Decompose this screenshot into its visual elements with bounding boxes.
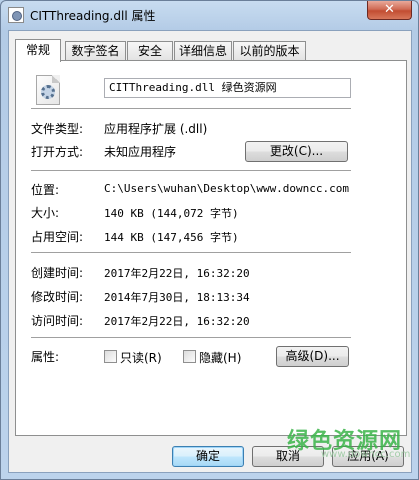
dialog-body: 常规 数字签名 安全 详细信息 以前的版本 CITThreading.dll 绿… <box>8 30 412 473</box>
general-tab-panel: CITThreading.dll 绿色资源网 文件类型: 应用程序扩展 (.dl… <box>15 60 407 436</box>
ok-button[interactable]: 确定 <box>172 446 244 467</box>
readonly-checkbox[interactable] <box>104 350 117 363</box>
opens-with-label: 打开方式: <box>31 145 84 159</box>
divider <box>31 170 351 172</box>
created-label: 创建时间: <box>31 266 84 280</box>
attributes-label: 属性: <box>31 350 60 364</box>
tab-digital-signatures[interactable]: 数字签名 <box>65 41 126 60</box>
size-on-disk-label: 占用空间: <box>31 230 84 244</box>
close-button[interactable]: ✕ <box>367 1 412 20</box>
divider <box>31 108 351 110</box>
window-title: CITThreading.dll 属性 <box>30 9 156 23</box>
properties-window: CITThreading.dll 属性 ✕ 常规 数字签名 安全 详细信息 以前… <box>0 0 419 480</box>
tab-general[interactable]: 常规 <box>15 39 61 62</box>
tab-security[interactable]: 安全 <box>127 41 173 60</box>
tab-details[interactable]: 详细信息 <box>174 41 232 60</box>
dll-file-icon <box>8 7 24 23</box>
change-button[interactable]: 更改(C)... <box>245 141 348 162</box>
file-name-field[interactable]: CITThreading.dll 绿色资源网 <box>104 78 351 98</box>
size-label: 大小: <box>31 206 60 220</box>
readonly-label[interactable]: 只读(R) <box>120 349 162 366</box>
hidden-label[interactable]: 隐藏(H) <box>199 349 241 366</box>
accessed-value: 2017年2月22日, 16:32:20 <box>104 315 250 328</box>
accessed-label: 访问时间: <box>31 314 84 328</box>
watermark-url: www.downcc.com <box>321 449 411 460</box>
created-value: 2017年2月22日, 16:32:20 <box>104 267 250 280</box>
divider <box>31 337 351 339</box>
tab-strip: 常规 数字签名 安全 详细信息 以前的版本 <box>15 39 407 62</box>
file-type-value: 应用程序扩展 (.dll) <box>104 122 208 136</box>
modified-label: 修改时间: <box>31 290 84 304</box>
size-value: 140 KB (144,072 字节) <box>104 207 239 220</box>
size-on-disk-value: 144 KB (147,456 字节) <box>104 231 239 244</box>
modified-value: 2014年7月30日, 18:13:34 <box>104 291 250 304</box>
advanced-button[interactable]: 高级(D)... <box>276 346 349 367</box>
opens-with-value: 未知应用程序 <box>104 145 177 159</box>
location-label: 位置: <box>31 183 60 197</box>
hidden-checkbox[interactable] <box>183 350 196 363</box>
file-type-label: 文件类型: <box>31 122 84 136</box>
divider <box>31 252 351 254</box>
dll-file-icon <box>36 75 60 105</box>
location-value: C:\Users\wuhan\Desktop\www.downcc.com <box>104 182 350 195</box>
tab-previous-versions[interactable]: 以前的版本 <box>233 41 306 60</box>
title-bar[interactable]: CITThreading.dll 属性 ✕ <box>1 1 418 29</box>
gear-icon <box>41 85 55 99</box>
